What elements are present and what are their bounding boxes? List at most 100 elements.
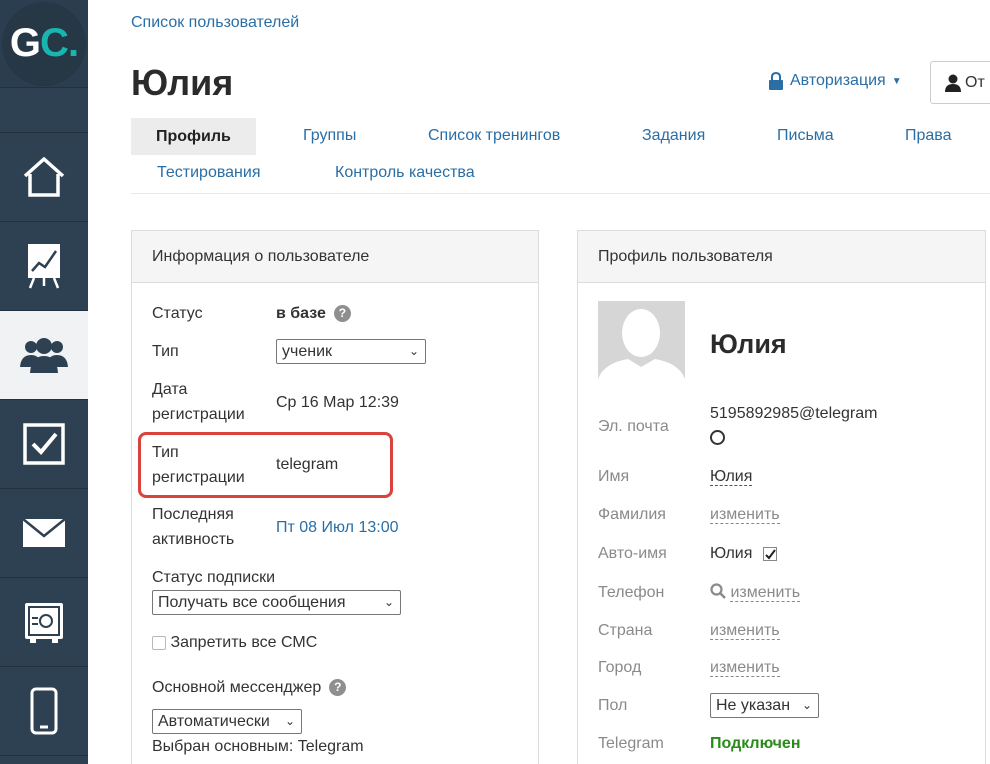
reg-date-value: Ср 16 Мар 12:39 <box>276 394 399 411</box>
email-label: Эл. почта <box>598 418 669 435</box>
messenger-label-text: Основной мессенджер <box>152 679 322 696</box>
breadcrumb-users-list[interactable]: Список пользователей <box>131 14 299 32</box>
sms-ban-label: Запретить все СМС <box>170 634 318 651</box>
top-action-button[interactable]: От <box>930 61 990 104</box>
tab-testing[interactable]: Тестирования <box>157 164 261 182</box>
status-label: Статус <box>152 305 203 322</box>
sidebar-item-mobile[interactable] <box>0 667 88 756</box>
main-content: Список пользователей Юлия Авторизация ▼ … <box>88 0 990 764</box>
avatar[interactable] <box>598 301 685 391</box>
logo[interactable]: GC. <box>2 1 86 86</box>
phone-edit-link[interactable]: изменить <box>730 584 801 602</box>
subscription-select-value: Получать все сообщения <box>158 594 346 611</box>
sidebar: GC. <box>0 0 88 764</box>
reg-date-label: Дата регистрации <box>152 377 245 427</box>
last-activity-label-line2: активность <box>152 531 235 548</box>
sidebar-item-analytics[interactable] <box>0 222 88 311</box>
user-profile-panel: Профиль пользователя Юлия Эл. почта 5195… <box>577 230 986 764</box>
sidebar-item-home[interactable] <box>0 133 88 222</box>
last-activity-value[interactable]: Пт 08 Июл 13:00 <box>276 515 398 540</box>
tab-rights[interactable]: Права <box>905 127 952 145</box>
tab-trainings[interactable]: Список тренингов <box>428 127 560 145</box>
status-value: в базе? <box>276 301 351 326</box>
last-name-edit-link[interactable]: изменить <box>710 506 780 524</box>
gender-select-value: Не указан <box>716 697 791 714</box>
tab-groups[interactable]: Группы <box>303 127 356 145</box>
chevron-down-icon: ⌄ <box>383 595 394 609</box>
reg-date-label-line1: Дата <box>152 381 188 398</box>
user-info-title: Информация о пользователе <box>132 231 538 283</box>
reg-type-value: telegram <box>276 456 339 473</box>
sms-ban-checkbox[interactable] <box>152 635 166 650</box>
profile-tabs: Профиль Группы Список тренингов Задания … <box>131 118 990 194</box>
messenger-label: Основной мессенджер? <box>152 675 347 700</box>
sidebar-item-tasks[interactable] <box>0 400 88 489</box>
profile-name: Юлия <box>710 329 787 359</box>
type-select-value: ученик <box>282 343 333 360</box>
auto-name-label: Авто-имя <box>598 545 667 562</box>
last-activity-label: Последняя активность <box>152 502 234 552</box>
first-name-label: Имя <box>598 468 630 485</box>
auto-name-checkbox[interactable] <box>762 546 777 561</box>
help-icon[interactable]: ? <box>333 305 351 323</box>
first-name-value[interactable]: Юлия <box>710 468 753 486</box>
authorization-label: Авторизация <box>790 72 886 89</box>
logo-area: GC. <box>0 0 88 88</box>
safe-icon <box>25 603 63 643</box>
user-profile-title: Профиль пользователя <box>578 231 985 283</box>
logo-letter-c: C <box>40 21 69 65</box>
chevron-down-icon: ⌄ <box>284 714 295 728</box>
last-activity-label-line1: Последняя <box>152 506 234 523</box>
chevron-down-icon: ⌄ <box>801 698 812 712</box>
gender-select[interactable]: Не указан ⌄ <box>710 693 819 718</box>
check-icon <box>765 549 776 560</box>
logo-letter-g: G <box>9 21 41 65</box>
reg-type-label-line2: регистрации <box>152 469 245 486</box>
reg-type-label: Тип регистрации <box>152 440 245 490</box>
type-label: Тип <box>152 343 179 360</box>
last-name-label: Фамилия <box>598 506 666 523</box>
lock-icon <box>769 72 783 90</box>
sidebar-item-safe[interactable] <box>0 578 88 667</box>
email-status-icon <box>710 430 725 450</box>
chevron-down-icon: ⌄ <box>408 344 419 358</box>
page-title: Юлия <box>131 62 234 103</box>
authorization-dropdown[interactable]: Авторизация ▼ <box>768 72 902 90</box>
user-icon <box>945 74 961 92</box>
home-icon <box>23 157 65 197</box>
subscription-select[interactable]: Получать все сообщения ⌄ <box>152 590 401 615</box>
city-label: Город <box>598 659 642 676</box>
mail-icon <box>22 518 66 547</box>
logo-dot: . <box>67 21 79 65</box>
reg-type-label-line1: Тип <box>152 444 179 461</box>
messenger-select[interactable]: Автоматически ⌄ <box>152 709 302 734</box>
avatar-placeholder-icon <box>598 301 685 391</box>
users-icon <box>20 338 68 373</box>
tab-letters[interactable]: Письма <box>777 127 834 145</box>
subscription-label: Статус подписки <box>152 569 276 586</box>
country-edit-link[interactable]: изменить <box>710 622 780 640</box>
sidebar-spacer <box>0 88 88 133</box>
phone-icon <box>30 687 58 735</box>
gender-label: Пол <box>598 697 628 714</box>
tab-quality-control[interactable]: Контроль качества <box>335 164 475 182</box>
chart-board-icon <box>28 244 60 289</box>
telegram-label: Telegram <box>598 735 664 752</box>
tab-tasks[interactable]: Задания <box>642 127 705 145</box>
type-select[interactable]: ученик ⌄ <box>276 339 426 364</box>
auto-name-value: Юлия <box>710 545 753 562</box>
email-value: 5195892985@telegram <box>710 405 878 422</box>
search-icon[interactable] <box>710 583 726 599</box>
messenger-select-value: Автоматически <box>158 713 270 730</box>
telegram-status: Подключен <box>710 735 801 752</box>
city-edit-link[interactable]: изменить <box>710 659 780 677</box>
top-action-label: От <box>965 73 985 91</box>
reg-date-label-line2: регистрации <box>152 406 245 423</box>
tab-profile[interactable]: Профиль <box>131 118 256 155</box>
country-label: Страна <box>598 622 653 639</box>
status-text: в базе <box>276 305 326 322</box>
phone-label: Телефон <box>598 584 665 601</box>
sidebar-item-users[interactable] <box>0 311 88 400</box>
help-icon[interactable]: ? <box>329 679 347 697</box>
sidebar-item-mail[interactable] <box>0 489 88 578</box>
